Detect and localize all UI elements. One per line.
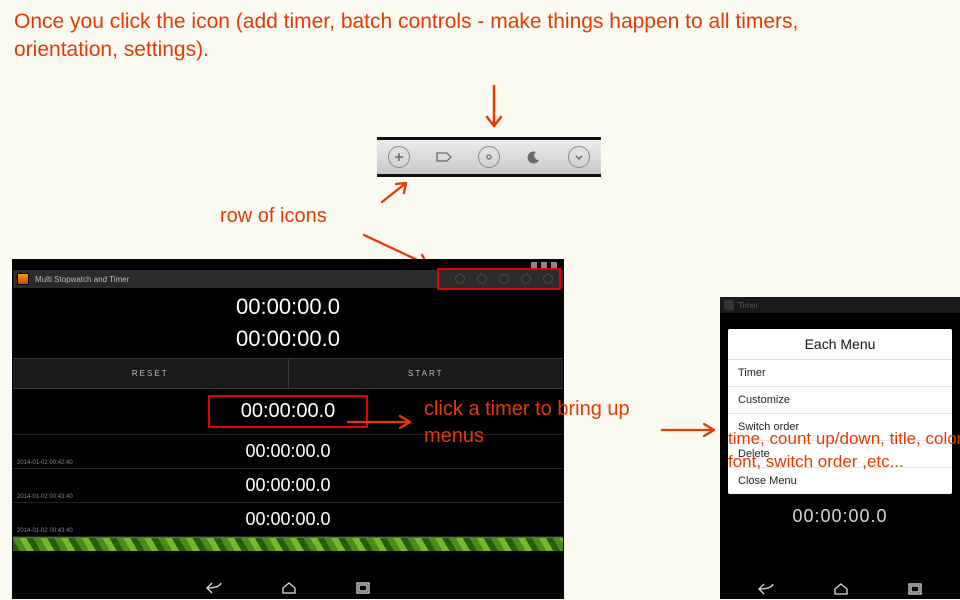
home-icon[interactable] (282, 582, 296, 594)
timer-date: 2014-01-02 00:43:40 (17, 494, 73, 500)
timer-value: 00:00:00.0 (210, 400, 366, 423)
android-navbar (13, 578, 563, 598)
add-icon[interactable] (388, 146, 410, 168)
timer-row-4[interactable]: 00:00:00.0 2014-01-02 00:43:40 (13, 503, 563, 537)
arrow-down-toolbar (482, 84, 506, 136)
recents-icon[interactable] (356, 582, 370, 594)
recents-icon[interactable] (908, 583, 922, 595)
button-row: RESET START (13, 358, 563, 389)
highlight-toolbar (437, 268, 561, 290)
app-icon (17, 273, 29, 285)
moon-icon[interactable] (523, 146, 545, 168)
menu-title: Each Menu (728, 329, 952, 360)
menu-app-icon (724, 300, 734, 310)
timer-date: 2014-01-02 00:43:40 (17, 528, 73, 534)
bottom-strip (13, 537, 563, 551)
timer-date: 2014-01-02 00:42:40 (17, 460, 73, 466)
start-button[interactable]: START (289, 359, 564, 388)
annotation-click-timer: click a timer to bring up menus (424, 396, 654, 450)
gear-icon[interactable] (478, 146, 500, 168)
annotation-top: Once you click the icon (add timer, batc… (14, 8, 884, 65)
menu-item-customize[interactable]: Customize (728, 387, 952, 414)
timer-value: 00:00:00.0 (13, 475, 563, 496)
arrow-toolbar-pointer (378, 178, 414, 206)
annotation-row-of-icons: row of icons (220, 203, 327, 230)
menu-appbar: Timer (720, 297, 960, 313)
timer-row-3[interactable]: 00:00:00.0 2014-01-02 00:43:40 (13, 469, 563, 503)
home-icon[interactable] (834, 583, 848, 595)
tag-icon[interactable] (433, 146, 455, 168)
menu-under-time: 00:00:00.0 (720, 494, 960, 533)
app-title: Multi Stopwatch and Timer (35, 275, 129, 284)
arrow-to-menu (658, 420, 724, 440)
reset-button[interactable]: RESET (13, 359, 289, 388)
header-time-2: 00:00:00.0 (13, 326, 563, 358)
timer-value: 00:00:00.0 (13, 509, 563, 530)
annotation-menu-details: time, count up/down, title, color, font,… (728, 428, 960, 474)
menu-app-title: Timer (738, 301, 758, 310)
android-navbar-2 (720, 579, 960, 599)
arrow-timer-to-text (344, 412, 420, 432)
header-time-1: 00:00:00.0 (13, 288, 563, 326)
back-icon[interactable] (206, 582, 222, 594)
back-icon[interactable] (758, 583, 774, 595)
menu-item-timer[interactable]: Timer (728, 360, 952, 387)
down-icon[interactable] (568, 146, 590, 168)
toolbar-zoom (377, 137, 601, 177)
